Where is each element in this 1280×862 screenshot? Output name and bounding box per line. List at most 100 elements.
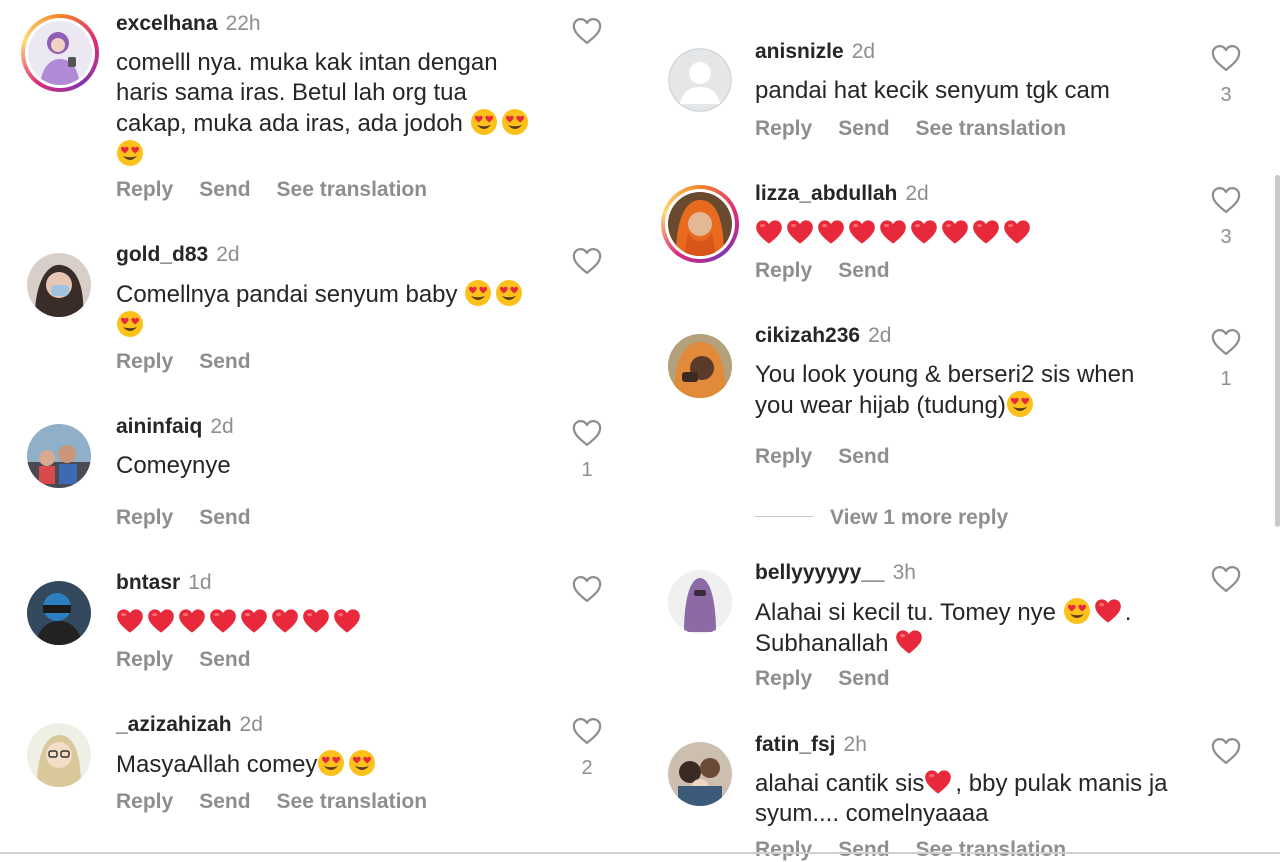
username[interactable]: aininfaiq xyxy=(116,415,202,438)
like-heart-icon[interactable] xyxy=(572,17,602,45)
comment-meta: gold_d83 2d xyxy=(116,243,240,267)
send-button[interactable]: Send xyxy=(199,350,250,373)
red-heart-emoji-icon xyxy=(240,607,268,635)
comment-text: You look young & berseri2 sis when you w… xyxy=(755,360,1195,421)
like-heart-icon[interactable] xyxy=(572,717,602,745)
scrollbar-thumb[interactable] xyxy=(1275,175,1280,527)
heart-eyes-emoji-icon xyxy=(495,279,523,307)
like-heart-icon[interactable] xyxy=(572,575,602,603)
like-heart-icon[interactable] xyxy=(1211,44,1241,72)
username[interactable]: lizza_abdullah xyxy=(755,182,897,205)
username[interactable]: gold_d83 xyxy=(116,243,208,266)
reply-button[interactable]: Reply xyxy=(755,667,812,690)
username[interactable]: bntasr xyxy=(116,571,180,594)
see-translation-button[interactable]: See translation xyxy=(916,117,1067,140)
heart-eyes-emoji-icon xyxy=(1006,390,1034,418)
comment-text-line: . xyxy=(1124,599,1132,626)
send-button[interactable]: Send xyxy=(838,117,889,140)
like-count: 1 xyxy=(1220,368,1232,390)
reply-button[interactable]: Reply xyxy=(755,259,812,282)
reply-button[interactable]: Reply xyxy=(116,648,173,671)
like-heart-icon[interactable] xyxy=(1211,565,1241,593)
heart-eyes-emoji-icon xyxy=(464,279,492,307)
send-button[interactable]: Send xyxy=(199,178,250,201)
red-heart-emoji-icon xyxy=(302,607,330,635)
reply-button[interactable]: Reply xyxy=(116,506,173,529)
comment-text-line: You look young & berseri2 sis when xyxy=(755,361,1135,388)
red-heart-emoji-icon xyxy=(817,218,845,246)
heart-eyes-emoji-icon xyxy=(317,749,345,777)
user-avatar[interactable] xyxy=(27,581,91,645)
comments-column-right: anisnizle 2d pandai hat kecik senyum tgk … xyxy=(640,0,1280,861)
user-avatar[interactable] xyxy=(668,742,732,806)
username[interactable]: _azizahizah xyxy=(116,713,232,736)
red-heart-emoji-icon xyxy=(895,628,923,656)
comment-actions: Reply Send xyxy=(116,350,277,374)
red-heart-emoji-icon xyxy=(879,218,907,246)
red-heart-emoji-icon xyxy=(271,607,299,635)
send-button[interactable]: Send xyxy=(199,648,250,671)
username[interactable]: excelhana xyxy=(116,12,218,35)
heart-eyes-emoji-icon xyxy=(116,310,144,338)
send-button[interactable]: Send xyxy=(199,790,250,813)
like-heart-icon[interactable] xyxy=(572,419,602,447)
red-heart-emoji-icon xyxy=(1003,218,1031,246)
user-avatar[interactable] xyxy=(27,424,91,488)
user-avatar[interactable] xyxy=(668,48,732,112)
comment-text-line: Alahai si kecil tu. Tomey nye xyxy=(755,599,1063,626)
reply-button[interactable]: Reply xyxy=(755,838,812,861)
reply-button[interactable]: Reply xyxy=(755,445,812,468)
comment-text: comelll nya. muka kak intan dengan haris… xyxy=(116,48,556,170)
red-heart-emoji-icon xyxy=(147,607,175,635)
comment-text-line: alahai cantik sis xyxy=(755,770,925,797)
comment-meta: bntasr 1d xyxy=(116,571,212,595)
red-heart-emoji-icon xyxy=(924,768,952,796)
heart-eyes-emoji-icon xyxy=(501,108,529,136)
user-avatar[interactable] xyxy=(27,253,91,317)
see-translation-button[interactable]: See translation xyxy=(277,178,428,201)
user-avatar[interactable] xyxy=(661,185,739,263)
see-translation-button[interactable]: See translation xyxy=(916,838,1067,861)
send-button[interactable]: Send xyxy=(199,506,250,529)
reply-button[interactable]: Reply xyxy=(116,350,173,373)
view-more-replies-button[interactable]: View 1 more reply xyxy=(830,506,1008,530)
comment-text-line: syum.... comelnyaaaa xyxy=(755,800,989,827)
comment-text: Comellnya pandai senyum baby xyxy=(116,279,556,341)
username[interactable]: cikizah236 xyxy=(755,324,860,347)
comment-actions: Reply Send See translation xyxy=(755,838,1092,862)
comment-text-line: MasyaAllah comey xyxy=(116,751,318,778)
user-avatar[interactable] xyxy=(668,570,732,634)
see-translation-button[interactable]: See translation xyxy=(277,790,428,813)
send-button[interactable]: Send xyxy=(838,445,889,468)
timestamp: 22h xyxy=(225,12,261,35)
like-count: 2 xyxy=(581,757,593,779)
comment-text: pandai hat kecik senyum tgk cam xyxy=(755,76,1195,106)
timestamp: 2d xyxy=(851,40,876,63)
heart-eyes-emoji-icon xyxy=(470,108,498,136)
comment-actions: Reply Send xyxy=(116,648,277,672)
comment-meta: _azizahizah 2d xyxy=(116,713,263,737)
timestamp: 1d xyxy=(188,571,212,594)
reply-button[interactable]: Reply xyxy=(116,178,173,201)
like-heart-icon[interactable] xyxy=(1211,186,1241,214)
send-button[interactable]: Send xyxy=(838,667,889,690)
red-heart-emoji-icon xyxy=(848,218,876,246)
send-button[interactable]: Send xyxy=(838,259,889,282)
like-heart-icon[interactable] xyxy=(1211,737,1241,765)
username[interactable]: fatin_fsj xyxy=(755,733,836,756)
like-heart-icon[interactable] xyxy=(1211,328,1241,356)
reply-button[interactable]: Reply xyxy=(755,117,812,140)
username[interactable]: bellyyyyyy__ xyxy=(755,561,885,584)
heart-eyes-emoji-icon xyxy=(1063,597,1091,625)
replies-divider xyxy=(755,516,813,517)
reply-button[interactable]: Reply xyxy=(116,790,173,813)
user-avatar[interactable] xyxy=(21,14,99,92)
like-count: 1 xyxy=(581,459,593,481)
send-button[interactable]: Send xyxy=(838,838,889,861)
username[interactable]: anisnizle xyxy=(755,40,844,63)
user-avatar[interactable] xyxy=(668,334,732,398)
user-avatar[interactable] xyxy=(27,723,91,787)
like-heart-icon[interactable] xyxy=(572,247,602,275)
red-heart-emoji-icon xyxy=(116,607,144,635)
comment-actions: Reply Send xyxy=(755,259,916,283)
